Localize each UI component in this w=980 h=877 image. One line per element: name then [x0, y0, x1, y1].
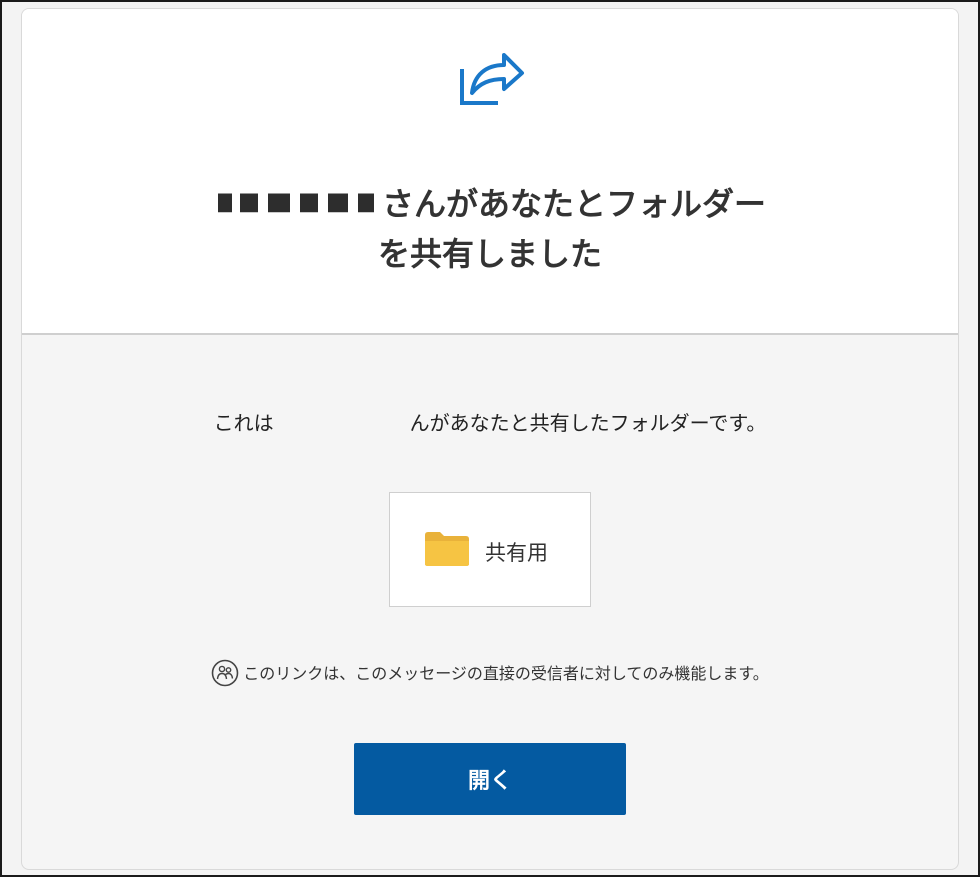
open-button[interactable]: 開く: [354, 743, 626, 815]
folder-name: 共有用: [485, 541, 548, 565]
people-icon: [211, 659, 239, 687]
sender-name-redacted: [213, 193, 376, 213]
folder-icon: [425, 532, 469, 566]
title-line-1: さんがあなたとフォルダー: [381, 185, 766, 223]
page-title: さんがあなたとフォルダー を共有しました: [22, 179, 958, 279]
window-frame: さんがあなたとフォルダー を共有しました これは んがあなたと共有したフォルダーで…: [0, 0, 980, 877]
share-message: これは んがあなたと共有したフォルダーです。: [22, 407, 958, 436]
recipient-notice: このリンクは、このメッセージの直接の受信者に対してのみ機能します。: [22, 659, 958, 687]
message-suffix: んがあなたと共有したフォルダーです。: [409, 411, 767, 435]
notice-text: このリンクは、このメッセージの直接の受信者に対してのみ機能します。: [243, 664, 769, 683]
message-prefix: これは: [213, 411, 274, 435]
title-line-2: を共有しました: [377, 235, 602, 273]
shared-folder-tile[interactable]: 共有用: [389, 492, 591, 607]
share-notification-card: さんがあなたとフォルダー を共有しました これは んがあなたと共有したフォルダーで…: [21, 8, 959, 870]
share-icon: [460, 53, 524, 105]
header-section: さんがあなたとフォルダー を共有しました: [22, 9, 958, 335]
sender-name-redacted-inline: [273, 413, 410, 433]
